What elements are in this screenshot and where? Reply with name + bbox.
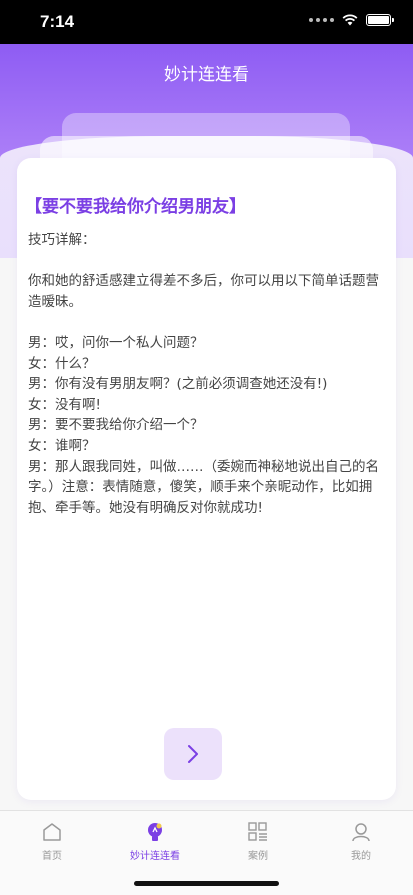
chevron-right-icon: [188, 745, 198, 763]
tip-paragraph: 男：哎，问你一个私人问题？: [28, 334, 204, 351]
tab-label: 首页: [42, 851, 62, 862]
tip-paragraph: 女：谁啊？: [28, 437, 96, 454]
status-icons: [309, 14, 394, 26]
tip-card: 【要不要我给你介绍男朋友】 技巧详解： 你和她的舒适感建立得差不多后，你可以用以…: [17, 158, 396, 800]
tab-label: 我的: [351, 851, 371, 862]
tip-paragraph: 男：你有没有男朋友啊？(之前必须调查她还没有!): [28, 376, 328, 393]
status-bar: 7:14: [0, 0, 413, 44]
tip-paragraph: 男：那人跟我同姓，叫做……（委婉而神秘地说出自己的名字。）注意：表情随意，傻笑，…: [28, 458, 379, 516]
signal-icon: [309, 18, 334, 22]
tip-paragraph: 技巧详解：: [28, 232, 96, 248]
tip-title: 【要不要我给你介绍男朋友】: [25, 197, 246, 217]
user-icon: [352, 823, 370, 842]
tip-body: 技巧详解： 你和她的舒适感建立得差不多后，你可以用以下简单话题营造暧昧。 男：哎…: [28, 230, 383, 518]
home-indicator: [134, 881, 279, 886]
tab-label: 案例: [248, 851, 268, 862]
tab-label: 妙计连连看: [130, 851, 180, 862]
battery-icon: [366, 14, 394, 26]
tab-home[interactable]: 首页: [12, 821, 92, 862]
lightbulb-icon: [148, 823, 162, 841]
tip-paragraph: 你和她的舒适感建立得差不多后，你可以用以下简单话题营造暧昧。: [28, 273, 379, 310]
tip-paragraph: 男：要不要我给你介绍一个？: [28, 417, 204, 434]
tab-cases[interactable]: 案例: [218, 821, 298, 862]
home-icon: [43, 823, 61, 841]
tip-paragraph: 女：什么？: [28, 355, 96, 372]
status-time: 7:14: [40, 12, 75, 31]
tip-paragraph: 女：没有啊!: [28, 396, 101, 413]
tab-tips[interactable]: 妙计连连看: [115, 821, 195, 862]
grid-list-icon: [248, 822, 267, 841]
next-button[interactable]: [164, 728, 222, 780]
wifi-icon: [342, 14, 358, 26]
tab-profile[interactable]: 我的: [321, 821, 401, 862]
page-title: 妙计连连看: [164, 65, 249, 85]
